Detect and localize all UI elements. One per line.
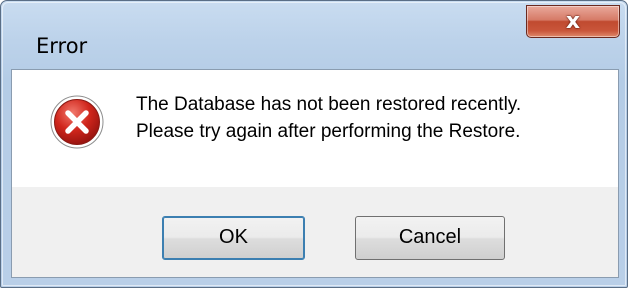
- message-line-1: The Database has not been restored recen…: [136, 94, 522, 115]
- close-button[interactable]: x: [526, 5, 620, 38]
- error-icon: [50, 95, 104, 149]
- cancel-button[interactable]: Cancel: [355, 216, 505, 260]
- close-icon: x: [565, 9, 581, 34]
- window-title: Error: [36, 34, 88, 58]
- ok-button[interactable]: OK: [162, 216, 305, 260]
- dialog-client-area: The Database has not been restored recen…: [11, 69, 619, 278]
- error-dialog-window: Error x The Database has not been restor…: [0, 0, 628, 288]
- message-area: The Database has not been restored recen…: [12, 70, 618, 187]
- title-bar[interactable]: Error x: [1, 1, 627, 69]
- message-line-2: Please try again after performing the Re…: [136, 121, 521, 142]
- error-message: The Database has not been restored recen…: [136, 91, 521, 145]
